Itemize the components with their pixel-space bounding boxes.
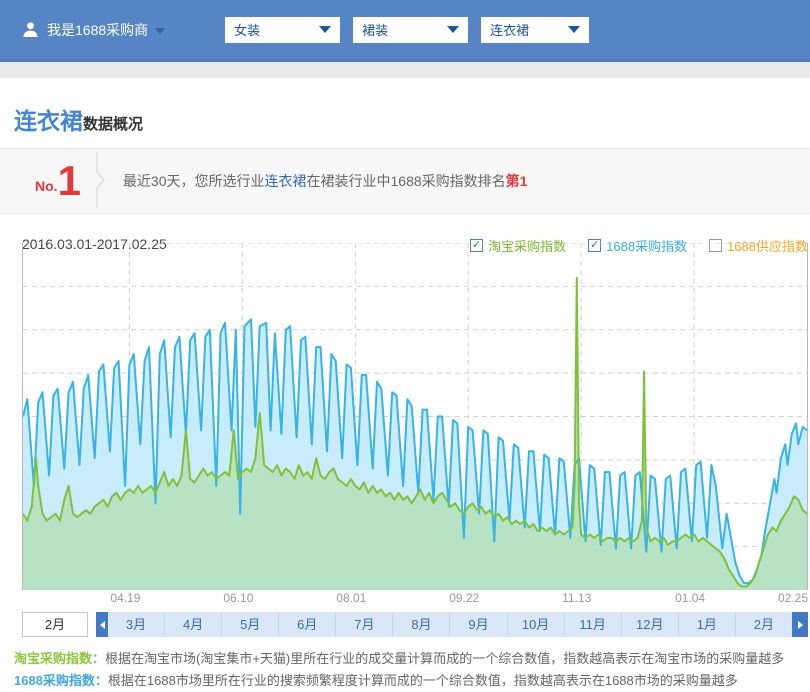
month-item[interactable]: 11月 — [565, 612, 622, 637]
arrow-right-icon — [798, 621, 803, 629]
page-title-suffix: 数据概况 — [83, 116, 143, 133]
rank-number: 1 — [58, 161, 81, 201]
x-tick-label: 01.04 — [675, 591, 705, 605]
user-icon — [22, 21, 39, 38]
rank-text-middle: 在裙装行业中1688采购指数排名 — [307, 173, 506, 189]
caret-down-icon — [155, 28, 165, 34]
x-tick-label: 09.22 — [449, 591, 479, 605]
rank-no-label: No. — [35, 178, 58, 194]
rank-text-category-link[interactable]: 连衣裙 — [265, 173, 307, 189]
month-item[interactable]: 1月 — [679, 612, 736, 637]
month-item[interactable]: 10月 — [508, 612, 565, 637]
taobao-index-text: 根据在淘宝市场(淘宝集市+天猫)里所在行业的成交量计算而成的一个综合数值，指数越… — [105, 651, 784, 666]
x-tick-label: 06.10 — [223, 591, 253, 605]
index-descriptions: 淘宝采购指数：根据在淘宝市场(淘宝集市+天猫)里所在行业的成交量计算而成的一个综… — [14, 648, 784, 692]
month-item[interactable]: 4月 — [165, 612, 222, 637]
month-item[interactable]: 5月 — [222, 612, 279, 637]
arrow-left-icon — [100, 621, 105, 629]
page-title-category: 连衣裙 — [14, 108, 83, 134]
month-item[interactable]: 7月 — [336, 612, 393, 637]
chevron-separator-icon — [93, 152, 107, 211]
month-bar: 2月 3月4月5月6月7月8月9月10月11月12月1月2月 — [22, 612, 808, 637]
category-level3-value: 连衣裙 — [490, 20, 529, 39]
category-level1-value: 女装 — [234, 20, 260, 39]
x-tick-label: 08.01 — [336, 591, 366, 605]
rank-text-rank: 第1 — [506, 173, 528, 189]
rank-text-prefix: 最近30天，您所选行业 — [123, 173, 265, 189]
user-label: 我是1688采购商 — [47, 20, 148, 40]
month-item[interactable]: 3月 — [108, 612, 165, 637]
rank-description: 最近30天，您所选行业连衣裙在裙装行业中1688采购指数排名第1 — [123, 171, 528, 191]
chevron-down-icon — [319, 26, 331, 33]
x-tick-label: 02.25 — [778, 591, 808, 605]
trend-chart[interactable] — [22, 243, 808, 590]
x-axis-labels: 04.19 06.10 08.01 09.22 11.13 01.04 02.25 — [0, 591, 810, 608]
month-item[interactable]: 8月 — [393, 612, 450, 637]
month-list: 3月4月5月6月7月8月9月10月11月12月1月2月 — [108, 612, 792, 637]
month-item[interactable]: 6月 — [279, 612, 336, 637]
chevron-down-icon — [568, 26, 580, 33]
month-prev-button[interactable] — [96, 612, 108, 637]
header-divider-strip — [0, 62, 810, 78]
category-select-level1[interactable]: 女装 — [225, 17, 340, 43]
month-item[interactable]: 9月 — [450, 612, 507, 637]
category-selects: 女装 裙装 连衣裙 — [225, 17, 602, 43]
chevron-down-icon — [447, 26, 459, 33]
month-select[interactable]: 2月 — [22, 612, 88, 637]
page-title: 连衣裙数据概况 — [0, 78, 810, 148]
rank-banner: No. 1 最近30天，您所选行业连衣裙在裙装行业中1688采购指数排名第1 — [0, 148, 810, 214]
taobao-index-label: 淘宝采购指数： — [14, 651, 105, 666]
taobao-index-description: 淘宝采购指数：根据在淘宝市场(淘宝集市+天猫)里所在行业的成交量计算而成的一个综… — [14, 648, 784, 670]
top-header: 我是1688采购商 女装 裙装 连衣裙 — [0, 0, 810, 62]
month-next-button[interactable] — [792, 612, 808, 637]
category-level2-value: 裙装 — [362, 20, 388, 39]
1688-index-text: 根据在1688市场里所在行业的搜索频繁程度计算而成的一个综合数值，指数越高表示在… — [108, 673, 738, 688]
rank-badge: No. 1 — [35, 161, 81, 201]
month-item[interactable]: 2月 — [736, 612, 792, 637]
trend-chart-canvas — [23, 243, 807, 590]
month-item[interactable]: 12月 — [622, 612, 679, 637]
1688-index-label: 1688采购指数： — [14, 673, 108, 688]
user-menu[interactable]: 我是1688采购商 — [22, 20, 165, 40]
x-tick-label: 11.13 — [562, 591, 591, 605]
category-select-level2[interactable]: 裙装 — [353, 17, 468, 43]
x-tick-label: 04.19 — [110, 591, 140, 605]
1688-index-description: 1688采购指数：根据在1688市场里所在行业的搜索频繁程度计算而成的一个综合数… — [14, 670, 784, 692]
category-select-level3[interactable]: 连衣裙 — [481, 17, 589, 43]
